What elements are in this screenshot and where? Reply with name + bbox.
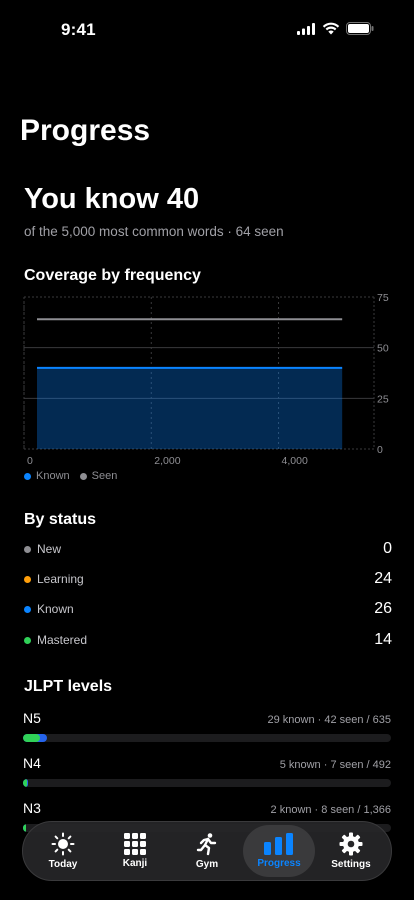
status-label-new: New xyxy=(37,542,62,556)
jlpt-known-fill xyxy=(23,779,27,787)
jlpt-known-fill xyxy=(23,824,26,832)
x-tick-label: 2,000 xyxy=(154,455,180,467)
status-label-known: Known xyxy=(37,602,74,616)
status-count-learning: 24 xyxy=(374,570,392,587)
jlpt-level-name: N3 xyxy=(23,800,41,816)
status-count-new: 0 xyxy=(383,540,392,557)
tab-label: Progress xyxy=(257,858,301,869)
tab-label: Kanji xyxy=(122,858,148,869)
cellular-signal-icon xyxy=(297,22,315,35)
jlpt-progress-bar xyxy=(23,734,391,742)
coverage-title: Coverage by frequency xyxy=(24,267,201,284)
known-count-headline: You know 40 xyxy=(24,183,200,215)
status-count-known: 26 xyxy=(374,600,392,617)
y-tick-label: 75 xyxy=(377,292,389,304)
status-dot-mastered xyxy=(24,636,31,644)
status-label-learning: Learning xyxy=(37,572,84,586)
legend-dot-seen xyxy=(79,472,87,480)
y-tick-label: 0 xyxy=(377,444,383,456)
page-title: Progress xyxy=(20,114,151,147)
status-row-new: New 0 xyxy=(24,538,392,560)
jlpt-level-stats: 5 known · 7 seen / 492 xyxy=(279,759,391,771)
chart-legend: Known Seen xyxy=(24,470,117,482)
grid-icon xyxy=(124,833,146,855)
x-tick-label: 4,000 xyxy=(282,455,308,467)
status-icons xyxy=(297,22,374,35)
legend-item-known: Known xyxy=(24,470,70,482)
sun-icon xyxy=(51,832,75,856)
by-status-title: By status xyxy=(24,511,97,528)
bar-chart-icon xyxy=(264,833,293,855)
status-label-mastered: Mastered xyxy=(37,633,88,647)
legend-dot-known xyxy=(24,472,31,480)
status-row-known: Known 26 xyxy=(24,598,392,620)
gear-icon xyxy=(339,832,363,856)
tab-bar: Today Kanji Gym Progress Settings xyxy=(22,821,392,881)
tab-settings[interactable]: Settings xyxy=(315,825,387,877)
tab-label: Settings xyxy=(331,859,371,870)
tab-label: Gym xyxy=(195,859,219,870)
jlpt-level-name: N4 xyxy=(23,755,41,771)
jlpt-progress-bar xyxy=(23,779,391,787)
jlpt-level-name: N5 xyxy=(23,710,41,726)
status-dot-new xyxy=(24,545,31,553)
y-tick-label: 25 xyxy=(377,393,389,405)
legend-label-known: Known xyxy=(36,470,70,482)
status-dot-learning xyxy=(24,575,31,583)
jlpt-level-stats: 2 known · 8 seen / 1,366 xyxy=(270,804,391,816)
tab-today[interactable]: Today xyxy=(27,825,99,877)
coverage-chart: 0 25 50 75 0 2,000 4,000 xyxy=(23,292,389,467)
jlpt-title: JLPT levels xyxy=(24,678,113,695)
status-bar: 9:41 xyxy=(0,0,414,60)
legend-label-seen: Seen xyxy=(91,470,118,482)
tab-kanji[interactable]: Kanji xyxy=(99,825,171,877)
y-tick-label: 50 xyxy=(377,343,389,355)
jlpt-row-n4[interactable]: N4 5 known · 7 seen / 492 xyxy=(23,755,391,787)
legend-item-seen: Seen xyxy=(79,470,118,482)
status-count-mastered: 14 xyxy=(374,631,392,648)
jlpt-level-stats: 29 known · 42 seen / 635 xyxy=(267,714,391,726)
runner-icon xyxy=(196,833,217,856)
jlpt-known-fill xyxy=(23,734,40,742)
wifi-icon xyxy=(322,22,340,35)
status-row-mastered: Mastered 14 xyxy=(24,629,392,651)
tab-progress[interactable]: Progress xyxy=(243,825,315,877)
status-time: 9:41 xyxy=(61,20,96,39)
tab-label: Today xyxy=(48,859,78,870)
tab-gym[interactable]: Gym xyxy=(171,825,243,877)
known-area xyxy=(37,367,343,449)
known-count-subline: of the 5,000 most common words · 64 seen xyxy=(24,224,284,239)
status-dot-known xyxy=(24,605,31,613)
status-row-learning: Learning 24 xyxy=(24,568,392,590)
x-tick-label: 0 xyxy=(27,455,33,467)
jlpt-row-n5[interactable]: N5 29 known · 42 seen / 635 xyxy=(23,710,391,742)
battery-icon xyxy=(346,22,374,35)
